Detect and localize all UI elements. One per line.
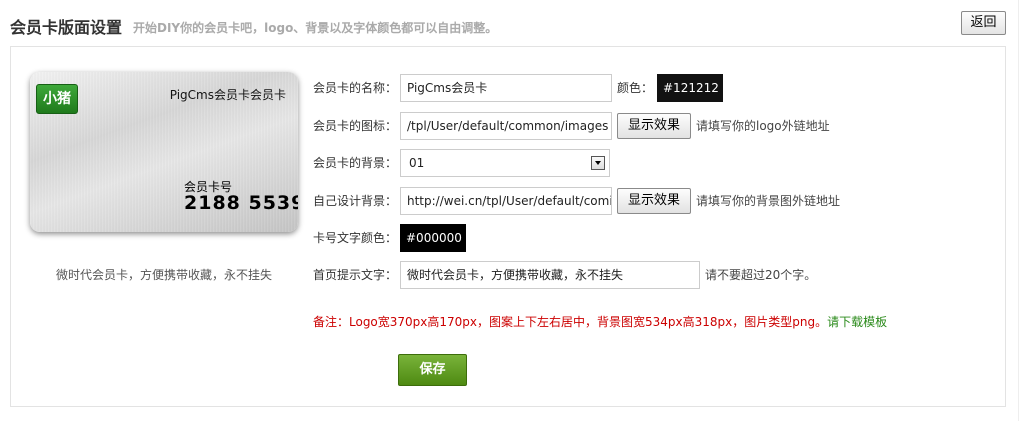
card-name-input[interactable]: PigCms会员卡 xyxy=(400,74,612,102)
membership-card-preview: 小猪 PigCms会员卡会员卡 会员卡号 2188 5539 xyxy=(30,72,298,232)
card-logo: 小猪 xyxy=(36,84,78,114)
download-template-link[interactable]: 请下载模板 xyxy=(827,315,887,329)
card-name-color-label: 颜色： xyxy=(617,81,654,95)
background-hint: 请填写你的背景图外链地址 xyxy=(696,194,841,208)
card-name: PigCms会员卡会员卡 xyxy=(169,88,286,102)
background-preview-button[interactable]: 显示效果 xyxy=(617,188,691,214)
chevron-down-icon[interactable] xyxy=(591,156,605,170)
page-subtitle: 开始DIY你的会员卡吧，logo、背景以及字体颜色都可以自由调整。 xyxy=(133,21,498,35)
card-logo-url-input[interactable]: /tpl/User/default/common/images xyxy=(400,112,612,140)
custom-background-url-input[interactable]: http://wei.cn/tpl/User/default/comi xyxy=(400,187,612,215)
home-tip-hint: 请不要超过20个字。 xyxy=(705,268,817,282)
number-color-swatch[interactable]: #000000 xyxy=(400,224,466,252)
card-background-selected: 01 xyxy=(409,156,425,170)
custom-background-label: 自己设计背景： xyxy=(313,194,398,208)
home-tip-label: 首页提示文字： xyxy=(313,268,398,282)
home-tip-input[interactable]: 微时代会员卡，方便携带收藏，永不挂失 xyxy=(400,261,700,289)
note-body: 备注：Logo宽370px高170px，图案上下左右居中，背景图宽534px高3… xyxy=(313,315,828,329)
save-button[interactable]: 保存 xyxy=(398,354,467,386)
logo-hint: 请填写你的logo外链地址 xyxy=(696,119,830,133)
back-button[interactable]: 返回 xyxy=(961,11,1006,35)
card-number: 2188 5539 xyxy=(184,192,298,214)
note-text: 备注：Logo宽370px高170px，图案上下左右居中，背景图宽534px高3… xyxy=(313,313,887,330)
card-logo-label: 会员卡的图标： xyxy=(313,119,398,133)
logo-preview-button[interactable]: 显示效果 xyxy=(617,113,691,139)
top-bar: 会员卡版面设置 开始DIY你的会员卡吧，logo、背景以及字体颜色都可以自由调整… xyxy=(0,0,1028,48)
card-background-label: 会员卡的背景： xyxy=(313,156,398,170)
card-name-color-swatch[interactable]: #121212 xyxy=(657,74,723,102)
card-caption: 微时代会员卡，方便携带收藏，永不挂失 xyxy=(55,268,272,282)
page-title: 会员卡版面设置 xyxy=(10,18,123,37)
card-name-label: 会员卡的名称： xyxy=(313,81,398,95)
scrollbar-track[interactable] xyxy=(1018,0,1028,421)
card-background-select[interactable]: 01 xyxy=(400,149,610,177)
number-color-label: 卡号文字颜色： xyxy=(313,231,398,245)
